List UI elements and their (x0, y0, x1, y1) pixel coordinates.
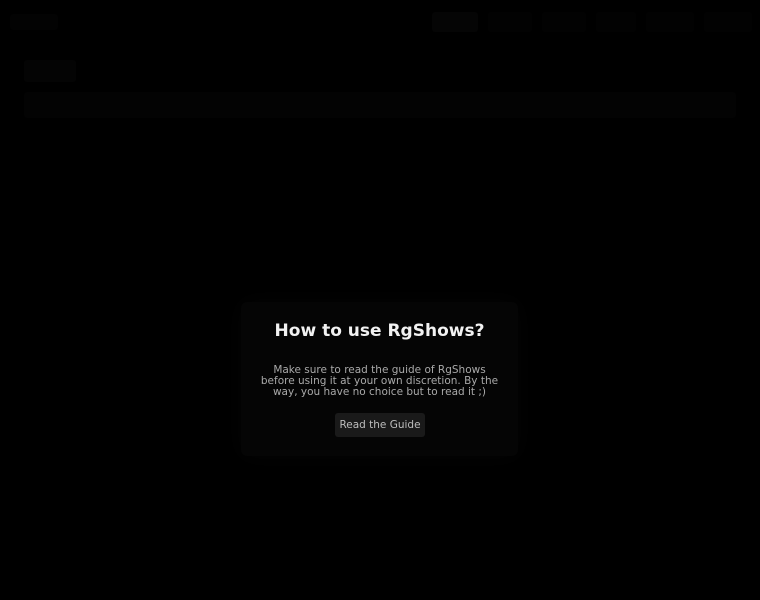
guide-modal: How to use RgShows? Make sure to read th… (241, 302, 518, 456)
modal-body-text: Make sure to read the guide of RgShows b… (260, 364, 499, 398)
read-guide-button[interactable]: Read the Guide (335, 413, 425, 437)
modal-backdrop[interactable] (0, 0, 760, 600)
modal-title: How to use RgShows? (274, 321, 485, 341)
